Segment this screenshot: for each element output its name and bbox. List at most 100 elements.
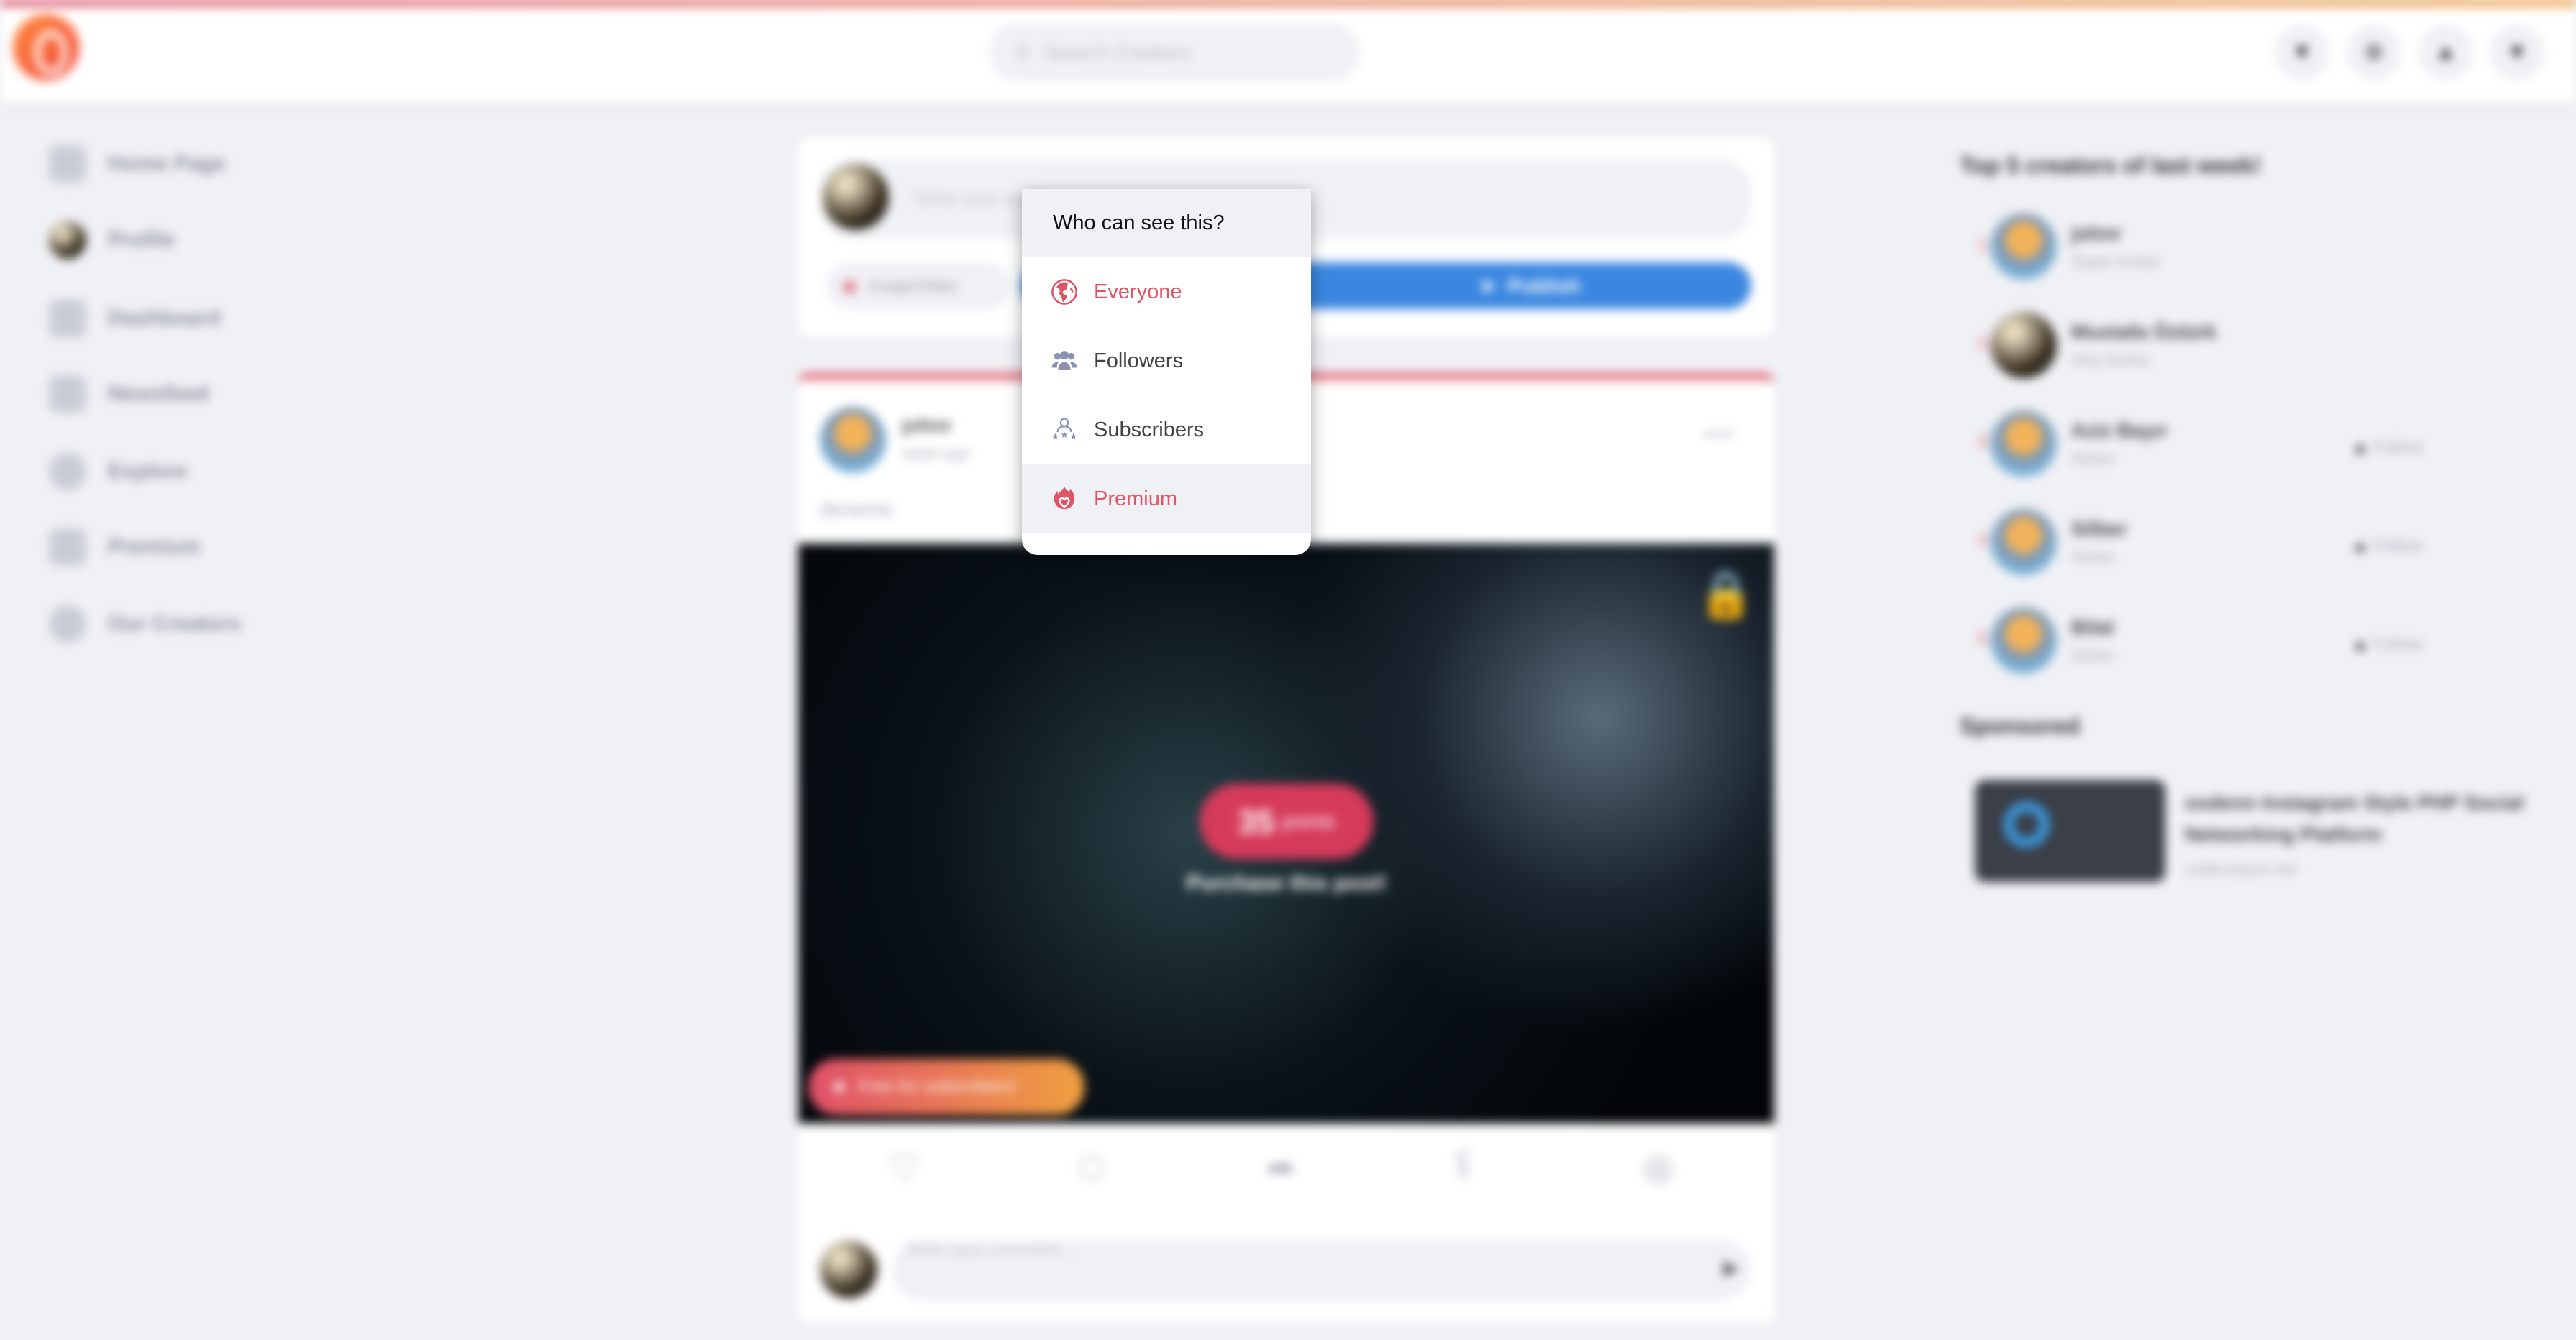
creator-rank: 1 (1978, 235, 1988, 254)
share-icon[interactable]: ⪿ (1456, 1147, 1471, 1188)
search-placeholder: Search Creators (1043, 41, 1191, 63)
plus-circle-icon (49, 605, 86, 643)
top-creators-title: Top 5 creators of last week! (1960, 152, 2262, 178)
users-icon (1051, 351, 1077, 370)
send-comment-icon[interactable]: ➤ (1719, 1254, 1740, 1283)
avatar[interactable] (1991, 607, 2057, 674)
sidebar-label: Newsfeed (108, 382, 209, 405)
option-label: Everyone (1094, 280, 1182, 303)
avatar[interactable] (1991, 214, 2057, 280)
avatar (820, 1241, 877, 1298)
creator-status: Active (2071, 449, 2114, 467)
globe-icon (1051, 279, 1077, 305)
ad-logo (2004, 802, 2050, 848)
follow-label: Follow (2373, 536, 2424, 556)
image-video-button[interactable]: ▣ Image/Video (826, 262, 1010, 309)
subscribers-icon (1051, 418, 1077, 440)
image-icon: ▣ (842, 276, 857, 295)
points-badge[interactable]: 35 points (1200, 784, 1374, 859)
user-icon: ☻ (830, 1077, 849, 1096)
option-everyone[interactable]: Everyone (1022, 257, 1311, 326)
publish-label: Publish (1507, 274, 1581, 297)
option-subscribers[interactable]: Subscribers (1022, 395, 1311, 464)
option-premium[interactable]: Premium (1022, 464, 1311, 533)
sidebar-item-home[interactable]: Home Page (49, 145, 225, 183)
creator-name[interactable]: Aziz Bayır (2071, 419, 2168, 442)
sidebar-item-dashboard[interactable]: Dashboard (49, 300, 221, 337)
creator-name[interactable]: johnr (2071, 222, 2121, 245)
creator-status: Super Active (2071, 252, 2160, 270)
bell-icon[interactable]: ▲ (2418, 24, 2474, 81)
purchase-label[interactable]: Purchase this post! (1079, 871, 1494, 896)
comment-placeholder: Write your comment... (906, 1240, 1075, 1259)
creator-name[interactable]: Mustafa Öztürk (2071, 321, 2216, 344)
creator-status: Active (2071, 646, 2114, 664)
home-icon (49, 145, 86, 183)
sidebar-item-explore[interactable]: Explore (49, 453, 187, 490)
follow-icon: ▲ (2352, 536, 2374, 556)
like-icon[interactable]: ♡ (887, 1147, 921, 1190)
sidebar-item-newsfeed[interactable]: Newsfeed (49, 375, 209, 413)
logo[interactable] (13, 14, 79, 81)
ad-domain[interactable]: codecanyon.net (2185, 860, 2296, 878)
option-label: Followers (1094, 349, 1184, 372)
diamond-icon[interactable]: ▼ (2274, 24, 2330, 81)
avatar (823, 164, 889, 230)
follow-button[interactable]: ▲ Follow (2352, 635, 2424, 655)
follow-button[interactable]: ▲ Follow (2352, 438, 2424, 458)
compass-icon (49, 453, 86, 490)
avatar[interactable] (820, 407, 886, 473)
tip-icon[interactable]: ◎ (1643, 1147, 1673, 1188)
search-input[interactable]: ⚲ Search Creators (989, 23, 1360, 82)
follow-label: Follow (2373, 635, 2424, 654)
sidebar-label: Premium (108, 535, 201, 559)
premium-icon (49, 528, 86, 566)
avatar[interactable] (1991, 312, 2057, 378)
sidebar-label: Explore (108, 459, 188, 483)
option-label: Subscribers (1094, 418, 1205, 441)
creator-status: Active (2071, 548, 2114, 566)
sidebar-item-premium[interactable]: Premium (49, 528, 200, 566)
chevron-down-icon[interactable]: ▼ (2489, 24, 2545, 81)
image-video-label: Image/Video (868, 276, 957, 295)
sponsored-title: Sponsored (1960, 713, 2081, 739)
repost-icon[interactable]: ➦ (1266, 1147, 1295, 1188)
follow-label: Follow (2373, 438, 2424, 457)
points-value: 35 (1238, 802, 1275, 840)
option-followers[interactable]: Followers (1022, 326, 1311, 395)
comment-icon[interactable]: □ (1081, 1147, 1102, 1187)
free-for-subscribers-badge: ☻ Free for subscribers! (808, 1059, 1084, 1115)
follow-icon: ▲ (2352, 635, 2374, 654)
follow-button[interactable]: ▲ Follow (2352, 536, 2424, 556)
comment-input[interactable]: Write your comment... (892, 1240, 1751, 1300)
post-time: week ago (902, 444, 970, 462)
creator-status: Very Active (2071, 351, 2150, 369)
post-caption: deneme (820, 498, 893, 520)
sidebar-item-profile[interactable]: Profile (49, 221, 175, 259)
ad-title[interactable]: oxdenn Instagram Style PHP Social Networ… (2185, 787, 2530, 850)
more-options-icon[interactable]: ••• (1704, 423, 1736, 447)
points-unit: points (1282, 809, 1335, 832)
free-label: Free for subscribers! (858, 1077, 1017, 1096)
creator-rank: 4 (1978, 531, 1988, 550)
creator-name[interactable]: Bilal (2071, 616, 2114, 639)
dashboard-icon (49, 300, 86, 337)
creator-name[interactable]: Silber (2071, 518, 2127, 541)
follow-icon: ▲ (2352, 438, 2374, 457)
sidebar-item-creators[interactable]: Our Creators (49, 605, 241, 643)
dropdown-title: Who can see this? (1022, 189, 1311, 257)
send-icon: ➤ (1479, 275, 1497, 297)
top-gradient-bar (0, 0, 2576, 6)
ad-image[interactable] (1975, 780, 2165, 882)
creator-rank: 3 (1978, 432, 1988, 451)
avatar (49, 221, 86, 259)
search-icon: ⚲ (1015, 41, 1030, 64)
newsfeed-icon (49, 375, 86, 413)
avatar[interactable] (1991, 410, 2057, 477)
sidebar-label: Profile (108, 228, 175, 252)
settings-icon[interactable]: ⚙ (2346, 24, 2402, 81)
avatar[interactable] (1991, 509, 2057, 575)
post-author[interactable]: johnr (902, 414, 952, 437)
option-label: Premium (1094, 487, 1178, 510)
sidebar-label: Home Page (108, 152, 226, 175)
